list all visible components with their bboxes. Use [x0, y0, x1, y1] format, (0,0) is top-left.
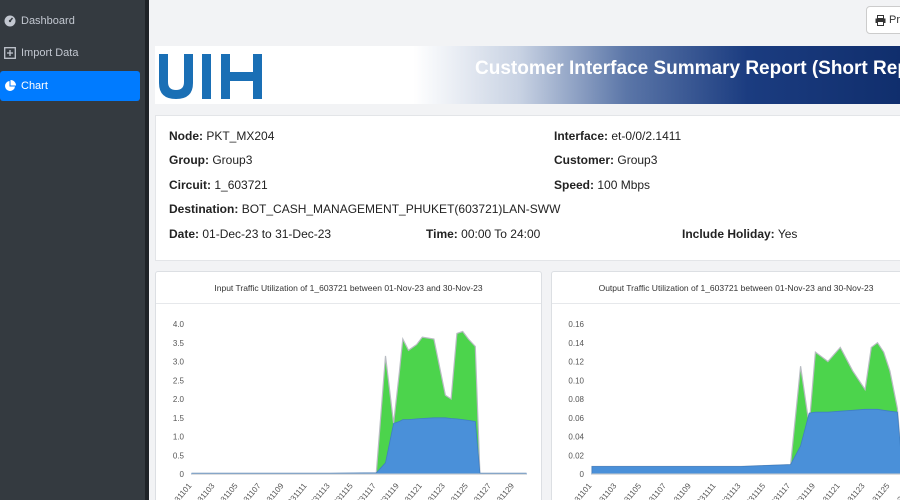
output-traffic-chart-card: Output Traffic Utilization of 1_603721 b… — [551, 271, 900, 500]
chart-title: Input Traffic Utilization of 1_603721 be… — [156, 272, 541, 304]
x-tick-label: 20231103 — [589, 481, 619, 500]
y-tick-label: 2.5 — [173, 376, 185, 385]
y-tick-label: 0.02 — [568, 451, 584, 460]
x-tick-label: 20231103 — [187, 481, 217, 500]
uih-logo — [159, 54, 262, 99]
circuit-row: Circuit: 1_603721 — [169, 178, 268, 192]
node-row: Node: PKT_MX204 — [169, 129, 275, 143]
pie-chart-icon — [4, 80, 16, 92]
x-tick-label: 20231127 — [887, 481, 900, 500]
interface-row: Interface: et-0/0/2.1411 — [554, 129, 682, 143]
customer-row: Customer: Group3 — [554, 153, 658, 167]
x-tick-label: 20231129 — [487, 481, 517, 500]
x-tick-label: 20231113 — [713, 481, 742, 500]
x-tick-label: 20231121 — [812, 481, 842, 500]
report-info-card: Node: PKT_MX204 Group: Group3 Circuit: 1… — [155, 115, 900, 261]
speed-row: Speed: 100 Mbps — [554, 178, 651, 192]
x-tick-label: 20231105 — [614, 481, 644, 500]
time-row: Time: 00:00 To 24:00 — [426, 227, 541, 241]
y-tick-label: 0.16 — [568, 320, 584, 329]
average-traffic-area — [191, 417, 527, 475]
y-tick-label: 4.0 — [173, 320, 185, 329]
average-traffic-area — [591, 408, 900, 475]
y-tick-label: 0 — [180, 470, 185, 479]
x-tick-label: 20231101 — [564, 481, 594, 500]
y-tick-label: 0.04 — [568, 433, 584, 442]
y-tick-label: 3.5 — [173, 339, 185, 348]
x-tick-label: 20231119 — [372, 481, 401, 500]
report-title: Customer Interface Summary Report (Short… — [475, 58, 900, 79]
plus-square-icon — [4, 47, 16, 59]
x-tick-label: 20231125 — [862, 481, 892, 500]
group-row: Group: Group3 — [169, 153, 253, 167]
sidebar-item-import-data[interactable]: Import Data — [0, 38, 140, 68]
sidebar: Dashboard Import Data Chart — [0, 0, 147, 500]
x-tick-label: 20231121 — [394, 481, 424, 500]
x-tick-label: 20231101 — [164, 481, 194, 500]
gauge-icon — [4, 15, 16, 27]
input-traffic-chart-card: Input Traffic Utilization of 1_603721 be… — [155, 271, 542, 500]
print-label: Pri — [889, 14, 900, 26]
date-row: Date: 01-Dec-23 to 31-Dec-23 — [169, 227, 332, 241]
sidebar-item-chart[interactable]: Chart — [0, 71, 140, 101]
x-tick-label: 20231111 — [689, 481, 718, 500]
x-tick-label: 20231107 — [233, 481, 263, 500]
sidebar-item-dashboard[interactable]: Dashboard — [0, 6, 140, 36]
y-tick-label: 0 — [580, 470, 585, 479]
x-tick-label: 20231111 — [280, 481, 309, 500]
sidebar-divider — [145, 0, 149, 500]
chart-title: Output Traffic Utilization of 1_603721 b… — [552, 272, 900, 304]
x-tick-label: 20231123 — [837, 481, 867, 500]
x-tick-label: 20231115 — [738, 481, 767, 500]
sidebar-item-label: Dashboard — [21, 15, 75, 27]
y-tick-label: 0.14 — [568, 339, 584, 348]
x-tick-label: 20231117 — [349, 481, 378, 500]
x-tick-label: 20231123 — [418, 481, 448, 500]
x-tick-label: 20231113 — [303, 481, 332, 500]
holiday-row: Include Holiday: Yes — [682, 227, 798, 241]
x-tick-label: 20231107 — [639, 481, 669, 500]
x-tick-label: 20231127 — [464, 481, 494, 500]
x-tick-label: 20231119 — [788, 481, 817, 500]
y-tick-label: 0.5 — [173, 451, 185, 460]
x-tick-label: 20231109 — [663, 481, 693, 500]
x-tick-label: 20231115 — [326, 481, 355, 500]
y-tick-label: 0.12 — [568, 358, 584, 367]
x-tick-label: 20231117 — [763, 481, 792, 500]
x-tick-label: 20231105 — [210, 481, 240, 500]
printer-icon — [875, 14, 886, 26]
destination-row: Destination: BOT_CASH_MANAGEMENT_PHUKET(… — [169, 202, 561, 216]
input-traffic-chart: 00.51.01.52.02.53.03.54.0202311012023110… — [164, 320, 527, 500]
y-tick-label: 0.08 — [568, 395, 584, 404]
y-tick-label: 0.10 — [568, 376, 584, 385]
y-tick-label: 0.06 — [568, 414, 584, 423]
report-banner: Customer Interface Summary Report (Short… — [155, 46, 900, 104]
y-tick-label: 2.0 — [173, 395, 185, 404]
x-tick-label: 20231109 — [256, 481, 286, 500]
output-traffic-chart: 0 0.02 0.04 0.06 0.08 0.10 0.12 0.14 0.16 2023110… — [564, 320, 900, 500]
sidebar-item-label: Import Data — [21, 47, 79, 59]
y-tick-label: 1.5 — [173, 414, 185, 423]
y-tick-label: 3.0 — [173, 358, 185, 367]
x-tick-label: 20231125 — [441, 481, 471, 500]
y-tick-label: 1.0 — [173, 433, 185, 442]
print-button[interactable]: Pri — [866, 6, 900, 34]
sidebar-item-label: Chart — [21, 80, 48, 92]
